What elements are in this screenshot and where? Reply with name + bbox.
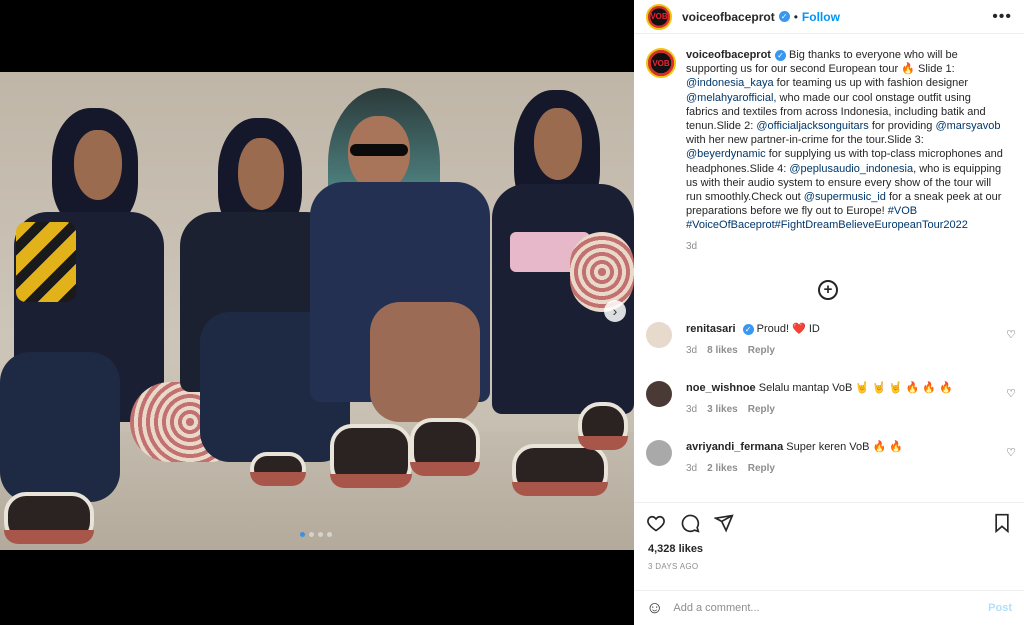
comment-likes[interactable]: 2 likes	[707, 463, 738, 474]
likes-count[interactable]: 4,328 likes	[634, 533, 1024, 555]
comment-likes[interactable]: 3 likes	[707, 404, 738, 415]
comment-like-heart-icon[interactable]: ♡	[1006, 328, 1016, 341]
load-more-comments-button[interactable]: +	[818, 280, 838, 300]
mention-link[interactable]: @marsyavob	[935, 120, 1000, 132]
save-bookmark-icon[interactable]	[992, 513, 1012, 533]
carousel-indicator	[300, 532, 332, 537]
post-caption: VOB voiceofbaceprot ✓ Big thanks to every…	[634, 42, 1024, 233]
commenter-username[interactable]: noe_wishnoe	[686, 382, 756, 394]
caption-username[interactable]: voiceofbaceprot	[686, 49, 771, 61]
add-comment-bar: ☺ Post	[634, 590, 1024, 625]
comment-input[interactable]	[673, 602, 989, 614]
comment-text: Super keren VoB 🔥 🔥	[786, 441, 903, 453]
commenter-avatar[interactable]	[646, 381, 672, 407]
avatar-logo-text: VOB	[650, 12, 668, 21]
avatar-logo-text: VOB	[652, 58, 670, 68]
comment-item: avriyandi_fermana Super keren VoB 🔥 🔥 3d…	[646, 440, 1016, 474]
verified-badge-icon: ✓	[742, 324, 754, 335]
caption-segment: for teaming us up with fashion designer	[773, 77, 969, 90]
carousel-dot	[309, 532, 314, 537]
reply-button[interactable]: Reply	[748, 463, 775, 474]
photo-person-1	[0, 72, 250, 550]
caption-time: 3d	[686, 240, 698, 252]
follow-button[interactable]: Follow	[802, 10, 840, 24]
emoji-icon[interactable]: ☺	[646, 598, 663, 618]
caption-segment: for providing	[868, 120, 936, 133]
post-panel: VOB voiceofbaceprot ✓ • Follow ••• VOB v…	[634, 0, 1024, 625]
comment-item: renitasari ✓ Proud! ❤️ ID 3d 8 likes Rep…	[646, 322, 1016, 356]
comment-text: Selalu mantap VoB 🤘 🤘 🤘 🔥 🔥 🔥	[758, 382, 953, 394]
comments-scroll-area[interactable]: VOB voiceofbaceprot ✓ Big thanks to every…	[634, 42, 1024, 502]
hashtag-link[interactable]: #VoiceOfBaceprot#FightDreamBelieveEurope…	[686, 219, 968, 231]
commenter-avatar[interactable]	[646, 322, 672, 348]
carousel-dot	[300, 532, 305, 537]
reply-button[interactable]: Reply	[748, 404, 775, 415]
post-actions: 4,328 likes 3 DAYS AGO	[634, 502, 1024, 571]
comment-line: avriyandi_fermana Super keren VoB 🔥 🔥	[686, 440, 986, 454]
photo-person-3	[310, 72, 500, 550]
hashtag-link[interactable]: #VOB	[888, 205, 917, 217]
mention-link[interactable]: @officialjacksonguitars	[756, 120, 868, 132]
verified-badge-icon: ✓	[774, 50, 786, 61]
commenter-avatar[interactable]	[646, 440, 672, 466]
comment-likes[interactable]: 8 likes	[707, 345, 738, 356]
comment-text: Proud! ❤️ ID	[756, 323, 820, 335]
comment-line: renitasari ✓ Proud! ❤️ ID	[686, 322, 986, 336]
more-options-icon[interactable]: •••	[992, 8, 1012, 26]
commenter-username[interactable]: renitasari	[686, 323, 736, 335]
carousel-dot	[318, 532, 323, 537]
separator-dot: •	[793, 9, 798, 24]
comment-item: noe_wishnoe Selalu mantap VoB 🤘 🤘 🤘 🔥 🔥 …	[646, 381, 1016, 415]
comment-time: 3d	[686, 345, 698, 356]
reply-button[interactable]: Reply	[748, 345, 775, 356]
comment-time: 3d	[686, 404, 698, 415]
post-header: VOB voiceofbaceprot ✓ • Follow •••	[634, 0, 1024, 34]
caption-segment: with her new partner-in-crime for the to…	[686, 134, 924, 147]
mention-link[interactable]: @melahyarofficial	[686, 92, 773, 104]
mention-link[interactable]: @peplusaudio_indonesia	[789, 163, 913, 175]
caption-text: voiceofbaceprot ✓ Big thanks to everyone …	[686, 48, 1004, 233]
post-media: ● ›	[0, 0, 634, 625]
comment-bubble-icon[interactable]	[680, 513, 700, 533]
next-slide-button[interactable]: ›	[604, 300, 626, 322]
mention-link[interactable]: @indonesia_kaya	[686, 77, 774, 89]
mention-link[interactable]: @supermusic_id	[804, 191, 886, 203]
like-heart-icon[interactable]	[646, 513, 666, 533]
carousel-dot	[327, 532, 332, 537]
chevron-right-icon: ›	[612, 303, 618, 319]
verified-badge-icon: ✓	[778, 11, 790, 22]
author-username[interactable]: voiceofbaceprot	[682, 10, 775, 24]
comment-line: noe_wishnoe Selalu mantap VoB 🤘 🤘 🤘 🔥 🔥 …	[686, 381, 986, 395]
post-comment-button[interactable]: Post	[988, 602, 1012, 614]
post-date: 3 DAYS AGO	[648, 562, 699, 571]
author-avatar[interactable]: VOB	[646, 3, 672, 30]
share-send-icon[interactable]	[714, 513, 734, 533]
comment-like-heart-icon[interactable]: ♡	[1006, 387, 1016, 400]
commenter-username[interactable]: avriyandi_fermana	[686, 441, 783, 453]
mention-link[interactable]: @beyerdynamic	[686, 148, 766, 160]
post-photo[interactable]: ●	[0, 72, 634, 550]
comment-time: 3d	[686, 463, 698, 474]
comment-like-heart-icon[interactable]: ♡	[1006, 446, 1016, 459]
caption-avatar[interactable]: VOB	[646, 48, 676, 78]
